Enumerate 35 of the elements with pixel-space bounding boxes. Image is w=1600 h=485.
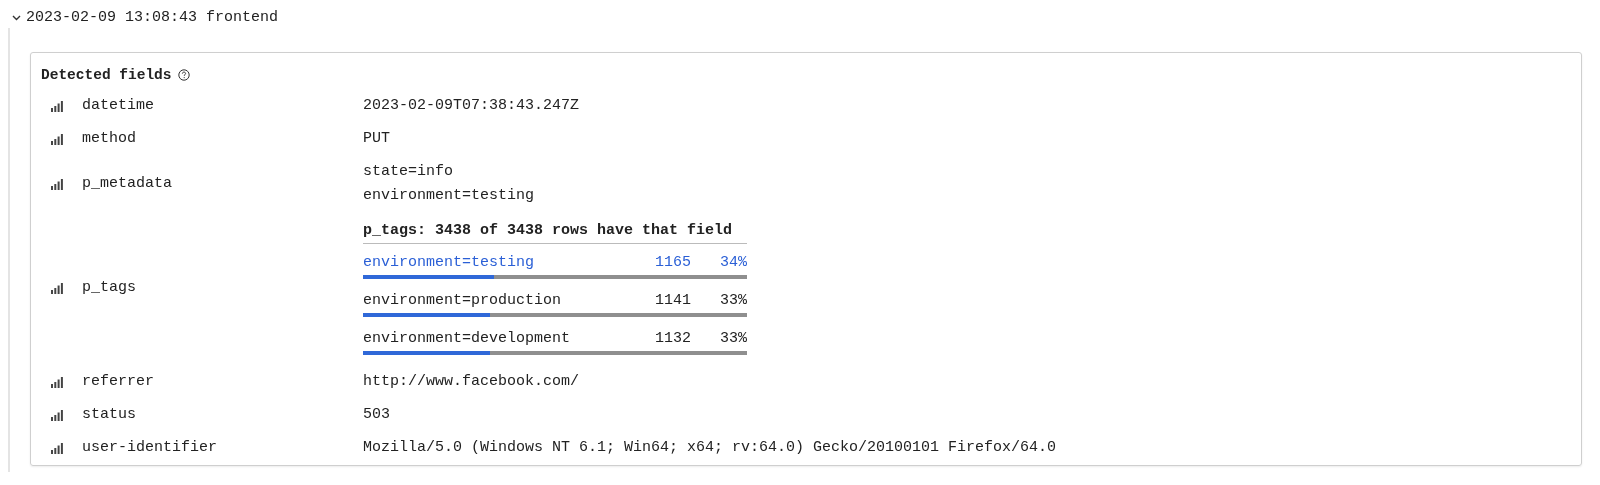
help-icon[interactable] [177,69,190,81]
field-value: http://www.facebook.com/ [363,372,581,392]
bar-chart-icon[interactable] [51,100,63,112]
field-value: 2023-02-09T07:38:43.247Z [363,96,581,116]
field-value: PUT [363,129,391,149]
field-name: user-identifier [82,438,219,458]
field-name: referrer [82,372,155,392]
bar-chart-icon[interactable] [51,178,63,190]
bar-chart-icon[interactable] [51,133,63,145]
tag-value[interactable]: environment=testing [363,254,631,272]
tag-percent: 34% [719,254,747,272]
field-name: p_tags [82,278,137,298]
log-entry-title[interactable]: 2023-02-09 13:08:43 frontend [26,8,279,28]
stats-title: p_tags: 3438 of 3438 rows have that field [363,221,747,244]
field-name: p_metadata [82,174,173,194]
bar-chart-icon[interactable] [51,409,63,421]
tag-count: 1132 [654,330,691,348]
field-value: Mozilla/5.0 (Windows NT 6.1; Win64; x64; rv:64.0) Gecko/20100101 Firefox/64.0 [363,438,1058,458]
chevron-icon[interactable] [12,15,21,21]
field-name: datetime [82,96,155,116]
field-value: state=info [363,162,454,182]
tag-value[interactable]: environment=production [363,292,631,310]
field-value: 503 [363,405,391,425]
tag-value[interactable]: environment=development [363,330,631,348]
field-name: method [82,129,137,149]
tag-count: 1141 [654,292,691,310]
bar-chart-icon[interactable] [51,376,63,388]
tag-percent: 33% [719,330,747,348]
bar-chart-icon[interactable] [51,282,63,294]
card-title: Detected fields [41,66,172,85]
tag-count: 1165 [654,254,691,272]
bar-chart-icon[interactable] [51,442,63,454]
tag-percent: 33% [719,292,747,310]
field-name: status [82,405,137,425]
field-value: environment=testing [363,186,536,206]
